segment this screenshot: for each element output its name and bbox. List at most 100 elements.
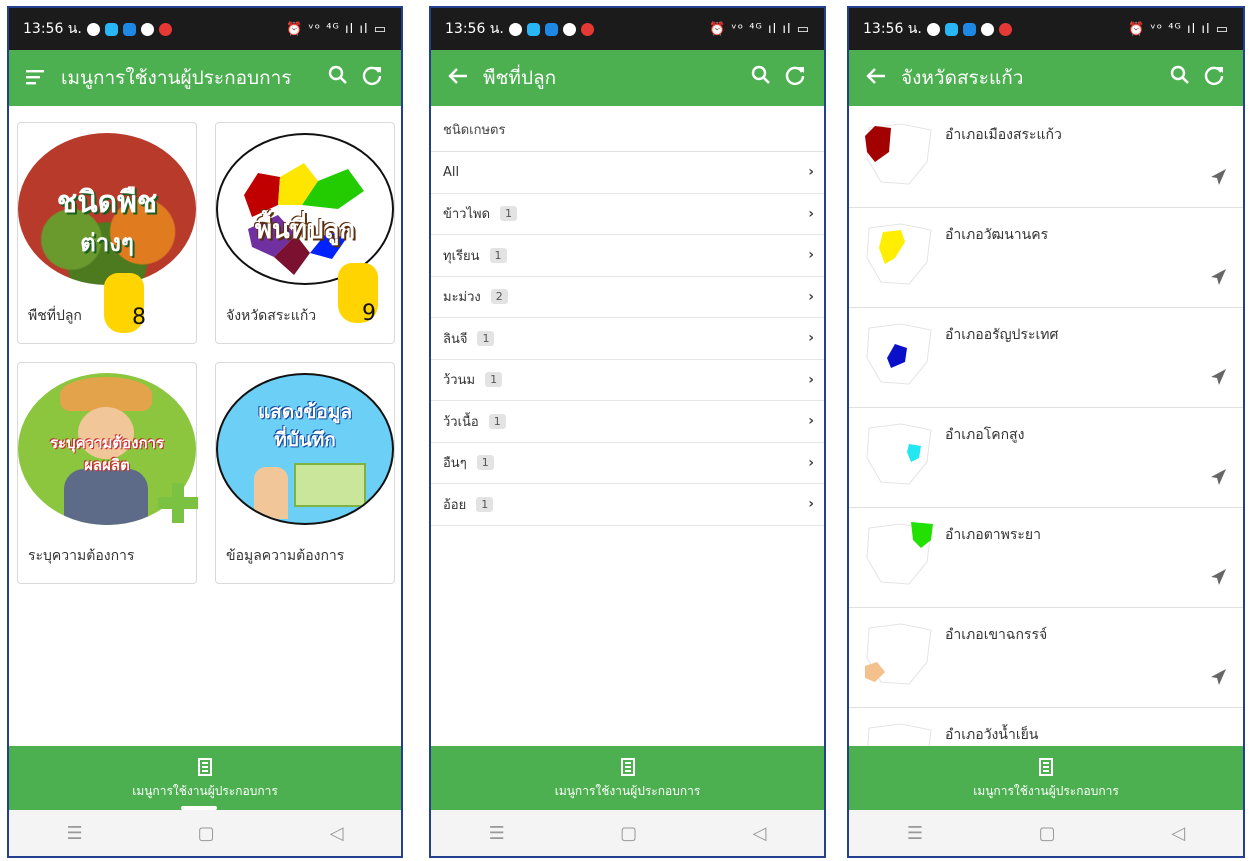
crop-name: ทุเรียน <box>443 248 480 264</box>
chevron-right-icon: › <box>808 371 814 388</box>
district-name: อำเภอตาพระยา <box>945 527 1041 543</box>
bottom-nav[interactable]: เมนูการใช้งานผู้ประกอบการ <box>9 746 401 810</box>
chevron-right-icon: › <box>808 205 814 222</box>
planting-area-image: พื้นที่ปลูก <box>216 133 394 285</box>
menu-card-province[interactable]: พื้นที่ปลูก 9 จังหวัดสระแก้ว <box>215 122 395 344</box>
page-title: จังหวัดสระแก้ว <box>901 67 1024 89</box>
count-badge: 1 <box>485 372 503 388</box>
list-item[interactable]: อำเภอวัฒนานคร <box>849 208 1243 308</box>
list-item[interactable]: อำเภอโคกสูง <box>849 408 1243 508</box>
search-icon[interactable] <box>321 65 355 91</box>
list-item[interactable]: All › <box>431 152 824 194</box>
navigate-icon[interactable] <box>1209 568 1227 591</box>
phone-screen-crops: 13:56 น. ⏰ ᵛᵒ ⁴ᴳ ıl ıl ▭ พืชที่ปลูก ชนิด… <box>429 6 826 858</box>
status-icons: ⏰ ᵛᵒ ⁴ᴳ ıl ıl ▭ <box>286 21 387 37</box>
status-icons: ⏰ ᵛᵒ ⁴ᴳ ıl ıl ▭ <box>1128 21 1229 37</box>
chat-icon <box>508 22 522 36</box>
card-label: ข้อมูลความต้องการ <box>226 548 345 564</box>
refresh-icon[interactable] <box>1197 64 1231 92</box>
district-map-thumbnail <box>866 223 932 285</box>
step-number: 8 <box>132 305 146 330</box>
status-bar: 13:56 น. ⏰ ᵛᵒ ⁴ᴳ ıl ıl ▭ <box>849 8 1243 50</box>
search-icon[interactable] <box>744 65 778 91</box>
home-icon[interactable]: ▢ <box>198 823 215 844</box>
list-item[interactable]: ทุเรียน 1 › <box>431 235 824 277</box>
phone-screen-menu: 13:56 น. ⏰ ᵛᵒ ⁴ᴳ ıl ıl ▭ เมนูการใช้งานผู… <box>7 6 403 858</box>
back-arrow-icon[interactable] <box>443 66 473 91</box>
status-bar: 13:56 น. ⏰ ᵛᵒ ⁴ᴳ ıl ıl ▭ <box>431 8 824 50</box>
circle-subtitle: ที่บันทึก <box>274 429 336 451</box>
home-icon[interactable]: ▢ <box>620 823 637 844</box>
district-name: อำเภอเขาฉกรรจ์ <box>945 627 1048 643</box>
bottom-nav[interactable]: เมนูการใช้งานผู้ประกอบการ <box>431 746 824 810</box>
district-map-thumbnail <box>866 522 933 585</box>
list-item[interactable]: ข้าวไพด 1 › <box>431 194 824 235</box>
list-item[interactable]: อำเภอเมืองสระแก้ว <box>849 108 1243 208</box>
back-arrow-icon[interactable] <box>861 66 891 91</box>
facebook-icon <box>980 22 994 36</box>
facebook-icon <box>562 22 576 36</box>
saved-data-image: แสดงข้อมูล ที่บันทึก <box>216 373 394 525</box>
section-header: ชนิดเกษตร <box>431 108 824 152</box>
list-item[interactable]: มะม่วง 2 › <box>431 277 824 318</box>
count-badge: 1 <box>477 330 495 346</box>
district-list: อำเภอเมืองสระแก้ว อำเภอวัฒนานคร อำเภออรั… <box>849 108 1243 808</box>
home-icon[interactable]: ▢ <box>1039 823 1056 844</box>
recent-apps-icon[interactable]: ☰ <box>907 823 923 844</box>
menu-icon[interactable] <box>21 66 51 91</box>
list-item[interactable]: ว้วนม 1 › <box>431 360 824 401</box>
count-badge: 2 <box>490 289 508 305</box>
count-badge: 1 <box>476 496 494 512</box>
circle-title: ชนิดพืช <box>56 185 158 220</box>
list-item[interactable]: อืนๆ 1 › <box>431 443 824 484</box>
navigate-icon[interactable] <box>1209 468 1227 491</box>
crop-name: ข้าวไพด <box>443 207 491 223</box>
list-item[interactable]: อำเภอเขาฉกรรจ์ <box>849 608 1243 708</box>
navigate-icon[interactable] <box>1209 668 1227 691</box>
crop-name: All <box>443 164 460 180</box>
building-icon <box>1039 758 1053 776</box>
refresh-icon[interactable] <box>778 64 812 92</box>
search-icon[interactable] <box>1163 65 1197 91</box>
back-icon[interactable]: ◁ <box>1171 823 1185 844</box>
menu-card-crops[interactable]: ชนิดพืช ต่างๆ 8 พืชที่ปลูก <box>17 122 197 344</box>
circle-title: ระบุความต้องการ <box>49 434 165 452</box>
app-bar: เมนูการใช้งานผู้ประกอบการ <box>9 50 401 106</box>
refresh-icon[interactable] <box>355 64 389 92</box>
crop-name: ว้วนม <box>443 373 476 389</box>
district-map-thumbnail <box>866 323 932 385</box>
crop-type-list: ชนิดเกษตร All › ข้าวไพด 1 › ทุเรียน 1 › มะม่ว… <box>431 108 824 526</box>
count-badge: 1 <box>500 206 518 222</box>
list-item[interactable]: ว้วเนื้อ 1 › <box>431 401 824 443</box>
status-icons: ⏰ ᵛᵒ ⁴ᴳ ıl ıl ▭ <box>709 21 810 37</box>
navigate-icon[interactable] <box>1209 368 1227 391</box>
chevron-right-icon: › <box>808 413 814 430</box>
navigate-icon[interactable] <box>1209 268 1227 291</box>
app-icon <box>526 22 540 36</box>
chevron-right-icon: › <box>808 454 814 471</box>
recent-apps-icon[interactable]: ☰ <box>489 823 505 844</box>
circle-subtitle: ผลผลิต <box>84 456 130 474</box>
bottom-nav-label: เมนูการใช้งานผู้ประกอบการ <box>132 784 278 798</box>
status-time: 13:56 น. <box>863 21 922 37</box>
menu-card-needs-data[interactable]: แสดงข้อมูล ที่บันทึก ข้อมูลความต้องการ <box>215 362 395 584</box>
system-nav-bar: ☰ ▢ ◁ <box>431 810 824 856</box>
app-icon <box>544 22 558 36</box>
list-item[interactable]: ลินจี 1 › <box>431 318 824 360</box>
crops-image: ชนิดพืช ต่างๆ <box>18 133 196 285</box>
navigate-icon[interactable] <box>1209 168 1227 191</box>
bottom-nav[interactable]: เมนูการใช้งานผู้ประกอบการ <box>849 746 1243 810</box>
circle-title: แสดงข้อมูล <box>257 401 353 423</box>
app-icon <box>962 22 976 36</box>
page-title: พืชที่ปลูก <box>483 67 557 89</box>
list-item[interactable]: อ้อย 1 › <box>431 484 824 526</box>
recent-apps-icon[interactable]: ☰ <box>67 823 83 844</box>
app-icon <box>158 22 172 36</box>
list-item[interactable]: อำเภอตาพระยา <box>849 508 1243 608</box>
menu-card-specify-needs[interactable]: ระบุความต้องการ ผลผลิต ระบุความต้องการ <box>17 362 198 584</box>
bottom-nav-label: เมนูการใช้งานผู้ประกอบการ <box>973 784 1119 798</box>
back-icon[interactable]: ◁ <box>752 823 766 844</box>
list-item[interactable]: อำเภออรัญประเทศ <box>849 308 1243 408</box>
bottom-nav-label: เมนูการใช้งานผู้ประกอบการ <box>554 784 701 798</box>
back-icon[interactable]: ◁ <box>330 823 344 844</box>
